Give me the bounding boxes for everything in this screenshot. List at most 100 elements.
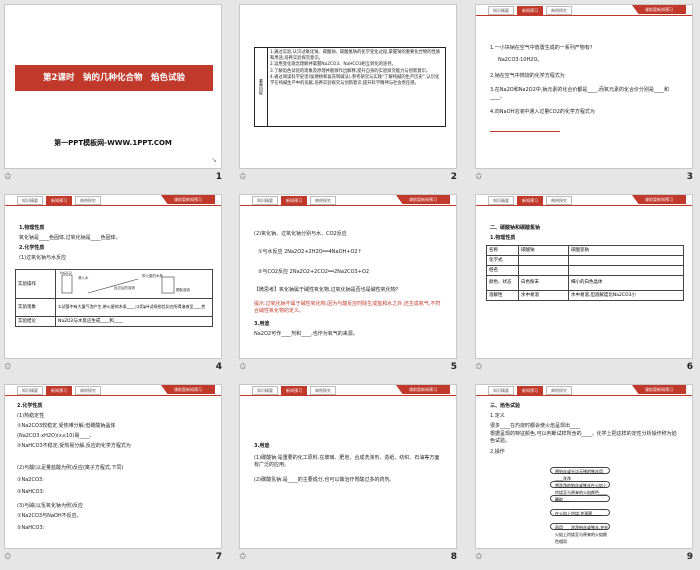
slide-number: 7 bbox=[215, 552, 222, 562]
slide-9[interactable]: 知识精要 新知预习 典例探究 课前案新知预习 三、焰色试验 1.定义 很多____在… bbox=[475, 384, 693, 549]
text-line: ②NaHCO3不稳定,受热易分解,反应的化学方程式为 bbox=[17, 443, 131, 449]
tab-examples: 典例探究 bbox=[546, 6, 572, 15]
star-icon[interactable]: ✩ bbox=[475, 172, 483, 182]
text-line: ①Na2CO3与NaOH不反应。 bbox=[17, 513, 82, 519]
slide-number: 6 bbox=[686, 362, 693, 372]
slide-thumb-6[interactable]: 知识精要 新知预习 典例探究 课前案新知预习 二、碳酸钠和碳酸氢钠 1.物理性质 名… bbox=[471, 190, 697, 378]
star-icon[interactable]: ✩ bbox=[239, 362, 247, 372]
slide-header: 知识精要 新知预习 典例探究 课前案新知预习 bbox=[5, 195, 221, 206]
text-line: 1.定义 bbox=[490, 413, 505, 419]
tab-preview: 新知预习 bbox=[46, 386, 72, 395]
slide-thumb-1[interactable]: 第2课时 钠的几种化合物 焰色试验 第一PPT模板网-WWW.1PPT.COM … bbox=[0, 0, 226, 188]
slide-8[interactable]: 知识精要 新知预习 典例探究 课前案新知预习 3.用途 (1)碳酸钠:是重要的化工原… bbox=[239, 384, 457, 549]
slide-3[interactable]: 知识精要 新知预习 典例探究 课前案新知预习 1.一小块钠在空气中放置生成的一系列产… bbox=[475, 4, 693, 169]
properties-table: 名称 碳酸钠 碳酸氢钠 化学式 俗名 颜色、状态 白色粉末 细小的白色晶体 溶解性 水中易… bbox=[486, 245, 684, 301]
slide-number: 3 bbox=[686, 172, 693, 182]
step-box: 蘸取____ bbox=[550, 495, 610, 502]
star-icon[interactable]: ✩ bbox=[475, 552, 483, 562]
tab-knowledge: 知识精要 bbox=[488, 6, 514, 15]
section-badge: 课前案新知预习 bbox=[161, 385, 215, 394]
slide-1[interactable]: 第2课时 钠的几种化合物 焰色试验 第一PPT模板网-WWW.1PPT.COM … bbox=[4, 4, 222, 169]
slide-number: 1 bbox=[215, 172, 222, 182]
text-line: 很多____在灼烧时都会使火焰呈现出____ bbox=[490, 423, 581, 429]
experiment-diagram: Na2O2 滴入水 反应后的溶液 带火星的木条 酚酞溶液 bbox=[60, 271, 190, 294]
text-line: (Na2CO3·xH2O)(x≤10)易____。 bbox=[17, 433, 95, 439]
text-line: (2)与酸(以足量盐酸为例)反应(离子方程式,下同) bbox=[17, 465, 124, 471]
tab-preview: 新知预习 bbox=[517, 196, 543, 205]
slide-number: 9 bbox=[686, 552, 693, 562]
table-row: 化学式 bbox=[487, 256, 683, 266]
star-icon[interactable]: ✩ bbox=[4, 362, 12, 372]
slide-header: 知识精要 新知预习 典例探究 课前案新知预习 bbox=[240, 195, 456, 206]
star-icon[interactable]: ✩ bbox=[239, 552, 247, 562]
slide-header: 知识精要 新知预习 典例探究 课前案新知预习 bbox=[5, 385, 221, 396]
table-row: 溶解性 水中易溶 水中易溶,但溶解度比Na2CO3小 bbox=[489, 291, 636, 300]
text-line: 1.一小块钠在空气中放置生成的一系列产物有? bbox=[490, 45, 593, 51]
step-box: 在火焰上灼烧,并观察____ bbox=[550, 509, 610, 516]
star-icon[interactable]: ✩ bbox=[239, 172, 247, 182]
tab-knowledge: 知识精要 bbox=[488, 196, 514, 205]
star-icon[interactable]: ✩ bbox=[475, 362, 483, 372]
star-icon[interactable]: ✩ bbox=[4, 172, 12, 182]
tab-knowledge: 知识精要 bbox=[252, 196, 278, 205]
text-line: 3.用途 bbox=[254, 321, 270, 327]
text-line: 4.向NaOH溶液中通入过量CO2的化学方程式为 bbox=[490, 109, 595, 115]
text-line: 1.物理性质 bbox=[490, 235, 516, 241]
slide-thumb-7[interactable]: 知识精要 新知预习 典例探究 课前案新知预习 2.化学性质 (1)热稳定性 ①Na2… bbox=[0, 380, 226, 568]
slide-thumb-9[interactable]: 知识精要 新知预习 典例探究 课前案新知预习 三、焰色试验 1.定义 很多____在… bbox=[471, 380, 697, 568]
slide-2[interactable]: 素养目标 1.通过实验,认识过氧化钠、碳酸钠、碳酸氢钠的化学变化过程,掌握钠的重… bbox=[239, 4, 457, 169]
text-line: Na2O2可作____剂和____,也作为氧气的来源。 bbox=[254, 331, 358, 337]
equation-line: ②与CO2反应 2Na2O2+2CO2══2Na2CO3+O2 bbox=[258, 269, 370, 275]
diagram-label: 反应后的溶液 bbox=[114, 285, 135, 290]
text-line: (1)过氧化钠与水反应 bbox=[19, 255, 67, 261]
row-header: 实验结论 bbox=[16, 316, 56, 326]
text-line: ①Na2CO3: bbox=[17, 477, 44, 483]
text-line: 2.钠在空气中燃烧的化学方程式为 bbox=[490, 73, 565, 79]
table-row: 实验结论 Na2O2与水反应生成____和____ bbox=[16, 316, 212, 326]
table-row: 颜色、状态 白色粉末 细小的白色晶体 bbox=[487, 276, 683, 291]
answer-blank bbox=[490, 131, 560, 132]
slide-thumb-3[interactable]: 知识精要 新知预习 典例探究 课前案新知预习 1.一小块钠在空气中放置生成的一系列产… bbox=[471, 0, 697, 188]
slide-6[interactable]: 知识精要 新知预习 典例探究 课前案新知预习 二、碳酸钠和碳酸氢钠 1.物理性质 名… bbox=[475, 194, 693, 359]
tab-examples: 典例探究 bbox=[310, 386, 336, 395]
section-badge: 课前案新知预习 bbox=[161, 195, 215, 204]
text-line: (1)碳酸钠:是重要的化工原料,在玻璃、肥皂、合成洗涤剂、造纸、纺织、石油等方面… bbox=[254, 455, 440, 468]
slide-number: 4 bbox=[215, 362, 222, 372]
text-line: 氧化钠是____色固体,过氧化钠是____色固体。 bbox=[19, 235, 121, 241]
diagram-label: 带火星的木条 bbox=[142, 273, 163, 278]
table-row: 俗名 bbox=[487, 266, 683, 276]
slide-header: 知识精要 新知预习 典例探究 课前案新知预习 bbox=[476, 195, 692, 206]
slide-5[interactable]: 知识精要 新知预习 典例探究 课前案新知预习 (2)氧化钠、过氧化钠分别与水、CO2… bbox=[239, 194, 457, 359]
diagram-label: Na2O2 bbox=[60, 271, 72, 275]
tab-examples: 典例探究 bbox=[546, 386, 572, 395]
text-line: (3)与碱(以氢氧化钠为例)反应 bbox=[17, 503, 83, 509]
step-box: 将铂丝或光洁无锈的铁丝用____洗净 bbox=[550, 467, 610, 481]
slide-header: 知识精要 新知预习 典例探究 课前案新知预习 bbox=[476, 5, 692, 16]
table-row: 名称 碳酸钠 碳酸氢钠 bbox=[487, 246, 683, 256]
objective-line: 1.通过实验,认识过氧化钠、碳酸钠、碳酸氢钠的化学变化过程,掌握钠的重要化合物的… bbox=[270, 50, 441, 62]
slide-thumb-2[interactable]: 素养目标 1.通过实验,认识过氧化钠、碳酸钠、碳酸氢钠的化学变化过程,掌握钠的重… bbox=[235, 0, 461, 188]
tab-preview: 新知预习 bbox=[46, 196, 72, 205]
slide-7[interactable]: 知识精要 新知预习 典例探究 课前案新知预习 2.化学性质 (1)热稳定性 ①Na2… bbox=[4, 384, 222, 549]
table-row: 实验操作 Na2O2 滴入水 反应后的溶液 带火星的木条 酚酞溶液 bbox=[16, 270, 212, 299]
tab-knowledge: 知识精要 bbox=[252, 386, 278, 395]
slide-number: 5 bbox=[450, 362, 457, 372]
tab-examples: 典例探究 bbox=[75, 196, 101, 205]
text-line: (2)碳酸氢钠:是____的主要成分,也可以做治疗胃酸过多的药剂。 bbox=[254, 477, 395, 483]
tab-preview: 新知预习 bbox=[281, 386, 307, 395]
equation-line: ①与水反应 2Na2O2+2H2O══4NaOH+O2↑ bbox=[258, 249, 362, 255]
text-line: 3.在Na2O和Na2O2中,钠元素的化合价都是____,而氧元素的化合价分别是… bbox=[490, 87, 669, 100]
slide-number: 2 bbox=[450, 172, 457, 182]
text-line: 2.化学性质 bbox=[19, 245, 45, 251]
slide-number: 8 bbox=[450, 552, 457, 562]
slide-4[interactable]: 知识精要 新知预习 典例探究 课前案新知预习 1.物理性质 氧化钠是____色固体,… bbox=[4, 194, 222, 359]
tab-knowledge: 知识精要 bbox=[17, 196, 43, 205]
star-icon[interactable]: ✩ bbox=[4, 552, 12, 562]
slide-thumb-5[interactable]: 知识精要 新知预习 典例探究 课前案新知预习 (2)氧化钠、过氧化钠分别与水、CO2… bbox=[235, 190, 461, 378]
slide-thumb-8[interactable]: 知识精要 新知预习 典例探究 课前案新知预习 3.用途 (1)碳酸钠:是重要的化工原… bbox=[235, 380, 461, 568]
slide-thumb-4[interactable]: 知识精要 新知预习 典例探究 课前案新知预习 1.物理性质 氧化钠是____色固体,… bbox=[0, 190, 226, 378]
hint-line: 提示:过氧化钠不属于碱性氧化物,因为与酸反应时除生成盐和水之外,还生成氧气,不符… bbox=[254, 301, 441, 314]
text-line: (2)氧化钠、过氧化钠分别与水、CO2反应 bbox=[254, 231, 347, 237]
tab-examples: 典例探究 bbox=[310, 196, 336, 205]
think-line: 【微思考】氧化钠属于碱性氧化物,过氧化钠是否也是碱性氧化物? bbox=[254, 287, 399, 293]
